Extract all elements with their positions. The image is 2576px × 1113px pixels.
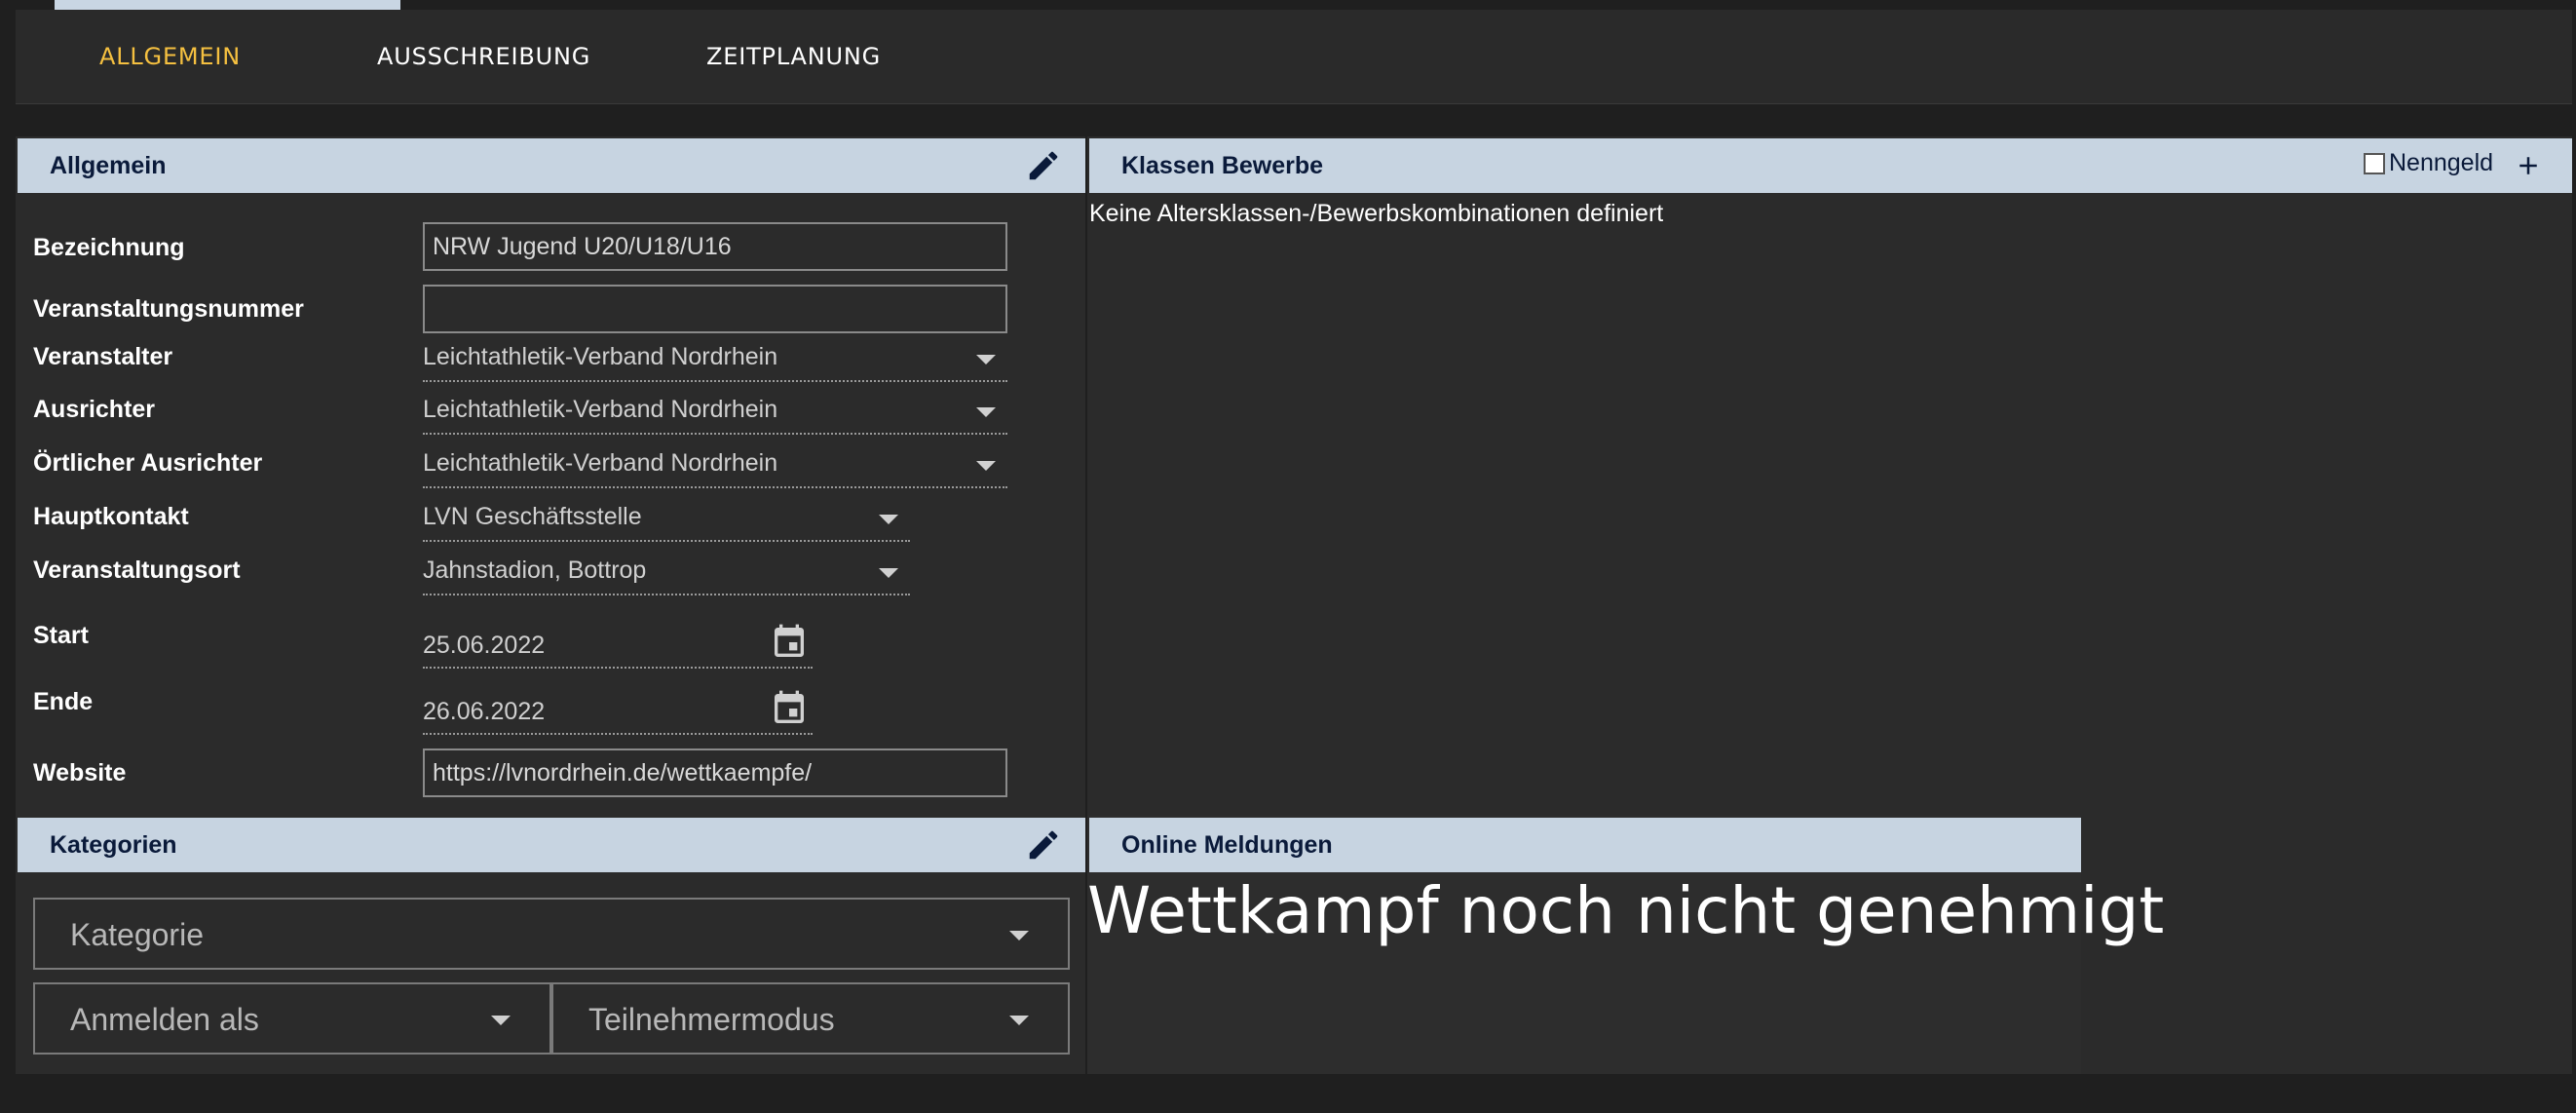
kategorien-header: Kategorien — [18, 818, 1085, 872]
tab-allgemein[interactable]: ALLGEMEIN — [99, 10, 241, 103]
pencil-icon[interactable] — [1025, 826, 1062, 864]
tab-bar: ALLGEMEIN AUSSCHREIBUNG ZEITPLANUNG — [16, 10, 2572, 104]
veranstaltungsort-value: Jahnstadion, Bottrop — [423, 556, 647, 584]
label-veranstaltungsort: Veranstaltungsort — [33, 556, 241, 584]
veranstalter-select[interactable]: Leichtathletik-Verband Nordrhein — [423, 341, 1007, 382]
chevron-down-icon — [976, 407, 996, 417]
label-start: Start — [33, 622, 89, 649]
klassen-title: Klassen Bewerbe — [1121, 151, 1324, 179]
label-website: Website — [33, 759, 127, 787]
teilnehmermodus-select[interactable]: Teilnehmermodus — [551, 982, 1070, 1055]
bezeichnung-input[interactable]: NRW Jugend U20/U18/U16 — [423, 222, 1007, 271]
label-ende: Ende — [33, 688, 94, 715]
teilnehmermodus-placeholder: Teilnehmermodus — [588, 1002, 835, 1037]
tab-zeitplanung[interactable]: ZEITPLANUNG — [706, 10, 881, 103]
online-status-text: Wettkampf noch nicht genehmigt — [1087, 873, 2165, 948]
klassen-header: Klassen Bewerbe Nenngeld — [1089, 138, 2572, 193]
chevron-down-icon — [879, 568, 898, 578]
website-input[interactable]: https://lvnordrhein.de/wettkaempfe/ — [423, 748, 1007, 797]
start-value: 25.06.2022 — [423, 632, 546, 659]
calendar-icon[interactable] — [770, 688, 809, 729]
start-date-field[interactable]: 25.06.2022 — [423, 622, 813, 669]
top-strip-active-indicator — [55, 0, 400, 10]
veranstaltungsnummer-input[interactable] — [423, 285, 1007, 333]
allgemein-title: Allgemein — [50, 151, 167, 179]
chevron-down-icon — [976, 355, 996, 365]
nenngeld-label: Nenngeld — [2389, 149, 2494, 176]
hauptkontakt-value: LVN Geschäftsstelle — [423, 503, 642, 530]
oertlicher-ausrichter-value: Leichtathletik-Verband Nordrhein — [423, 449, 778, 477]
allgemein-header: Allgemein — [18, 138, 1085, 193]
label-veranstaltungsnummer: Veranstaltungsnummer — [33, 295, 304, 323]
anmelden-als-select[interactable]: Anmelden als — [33, 982, 551, 1055]
online-title: Online Meldungen — [1121, 830, 1333, 859]
chevron-down-icon — [491, 1016, 511, 1025]
pencil-icon[interactable] — [1025, 147, 1062, 184]
ende-value: 26.06.2022 — [423, 698, 546, 725]
chevron-down-icon — [976, 461, 996, 471]
veranstaltungsort-select[interactable]: Jahnstadion, Bottrop — [423, 555, 910, 595]
plus-icon[interactable] — [2514, 151, 2543, 180]
oertlicher-ausrichter-select[interactable]: Leichtathletik-Verband Nordrhein — [423, 447, 1007, 488]
online-header: Online Meldungen — [1089, 818, 2081, 872]
label-ausrichter: Ausrichter — [33, 396, 156, 423]
calendar-icon[interactable] — [770, 622, 809, 663]
anmelden-als-placeholder: Anmelden als — [70, 1002, 259, 1037]
ende-date-field[interactable]: 26.06.2022 — [423, 688, 813, 735]
klassen-empty-text: Keine Altersklassen-/Bewerbskombinatione… — [1089, 200, 1664, 227]
chevron-down-icon — [1009, 931, 1029, 940]
label-veranstalter: Veranstalter — [33, 343, 173, 370]
hauptkontakt-select[interactable]: LVN Geschäftsstelle — [423, 501, 910, 542]
ausrichter-value: Leichtathletik-Verband Nordrhein — [423, 396, 778, 423]
nenngeld-checkbox[interactable] — [2364, 153, 2385, 174]
kategorien-title: Kategorien — [50, 830, 177, 859]
chevron-down-icon — [879, 515, 898, 524]
tab-ausschreibung[interactable]: AUSSCHREIBUNG — [377, 10, 590, 103]
website-value: https://lvnordrhein.de/wettkaempfe/ — [433, 758, 813, 787]
ausrichter-select[interactable]: Leichtathletik-Verband Nordrhein — [423, 394, 1007, 435]
kategorie-select[interactable]: Kategorie — [33, 898, 1070, 970]
klassen-panel — [1087, 136, 2572, 816]
bezeichnung-value: NRW Jugend U20/U18/U16 — [433, 232, 732, 260]
label-bezeichnung: Bezeichnung — [33, 234, 185, 261]
chevron-down-icon — [1009, 1016, 1029, 1025]
kategorie-placeholder: Kategorie — [70, 917, 204, 952]
label-oertlicher-ausrichter: Örtlicher Ausrichter — [33, 449, 263, 477]
label-hauptkontakt: Hauptkontakt — [33, 503, 189, 530]
veranstalter-value: Leichtathletik-Verband Nordrhein — [423, 343, 778, 370]
